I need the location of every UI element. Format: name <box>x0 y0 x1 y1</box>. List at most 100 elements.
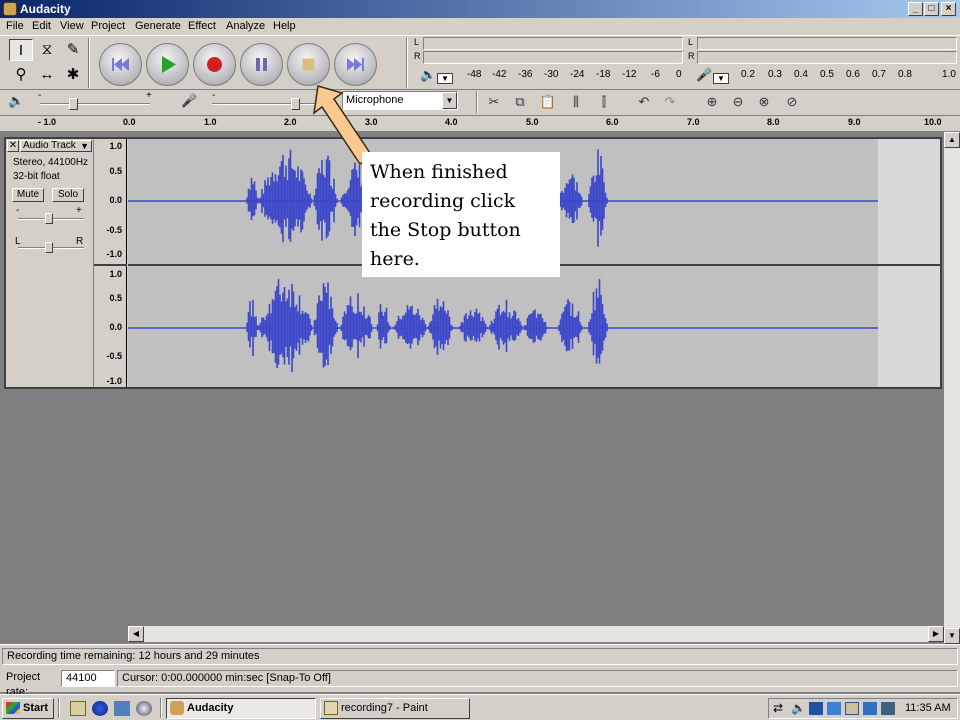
playback-meter-menu-button[interactable]: ▼ <box>437 73 453 84</box>
play-button[interactable] <box>146 43 189 86</box>
task-paint[interactable]: recording7 - Paint <box>320 698 470 719</box>
maximize-button[interactable]: □ <box>924 2 939 16</box>
silence-icon[interactable]: ⫿ <box>594 93 614 111</box>
menu-help[interactable]: Help <box>273 20 296 32</box>
play-scale-tick: -42 <box>492 69 507 80</box>
vertical-scrollbar[interactable]: ▲ ▼ <box>944 132 960 644</box>
play-scale-tick: -18 <box>596 69 611 80</box>
paste-icon[interactable]: 📋 <box>538 93 558 111</box>
multi-tool-icon[interactable]: ✱ <box>61 64 85 86</box>
network-icon[interactable]: ⇄ <box>773 701 783 715</box>
menu-file[interactable]: File <box>6 20 24 32</box>
track-close-button[interactable]: ✕ <box>7 140 19 152</box>
rec-scale-tick: 1.0 <box>942 69 956 80</box>
play-icon <box>162 56 176 73</box>
skip-to-start-icon <box>112 58 129 71</box>
record-meter-left <box>697 37 957 50</box>
scroll-up-icon[interactable]: ▲ <box>944 132 960 148</box>
status-bar: Recording time remaining: 12 hours and 2… <box>0 644 960 698</box>
pause-button[interactable] <box>240 43 283 86</box>
display-icon[interactable] <box>827 702 841 715</box>
chevron-down-icon[interactable]: ▼ <box>442 92 457 109</box>
audacity-app-icon <box>3 2 17 16</box>
input-volume-track[interactable] <box>212 103 322 105</box>
menu-effect[interactable]: Effect <box>188 20 216 32</box>
ruler-label: 10.0 <box>924 117 942 127</box>
ruler-label: 9.0 <box>848 117 861 127</box>
update-icon[interactable] <box>881 702 895 715</box>
track-control-panel: ✕ Audio Track ▼ Stereo, 44100Hz 32-bit fl… <box>6 139 94 387</box>
cut-icon[interactable]: ✂ <box>484 93 504 111</box>
gain-slider[interactable] <box>45 213 53 224</box>
solo-button[interactable]: Solo <box>52 188 84 202</box>
rec-scale-tick: 0.8 <box>898 69 912 80</box>
menu-view[interactable]: View <box>60 20 84 32</box>
title-bar: Audacity _ □ × <box>0 0 960 18</box>
menu-edit[interactable]: Edit <box>32 20 51 32</box>
track-name-menu[interactable]: Audio Track ▼ <box>20 140 92 152</box>
draw-tool-icon[interactable]: ✎ <box>61 39 85 61</box>
scroll-down-icon[interactable]: ▼ <box>944 628 960 644</box>
media-player-icon[interactable] <box>136 701 152 716</box>
redo-icon[interactable]: ↷ <box>660 93 680 111</box>
record-button[interactable] <box>193 43 236 86</box>
menu-generate[interactable]: Generate <box>135 20 181 32</box>
mute-button[interactable]: Mute <box>12 188 44 202</box>
time-shift-tool-icon[interactable]: ↔ <box>35 64 59 86</box>
rec-scale-tick: 0.2 <box>741 69 755 80</box>
skip-to-start-button[interactable] <box>99 43 142 86</box>
horizontal-scrollbar[interactable]: ◀ ▶ <box>128 626 944 642</box>
taskbar: Start Audacity recording7 - Paint ⇄ 🔈 11… <box>0 694 960 720</box>
timeline-ruler[interactable]: - 1.0 0.0 1.0 2.0 3.0 4.0 5.0 6.0 7.0 8.… <box>0 115 960 132</box>
antivirus-icon[interactable] <box>809 702 823 715</box>
fit-selection-icon[interactable]: ⊗ <box>754 93 774 111</box>
pan-slider[interactable] <box>45 242 53 253</box>
play-meter-left-label: L <box>414 37 420 47</box>
fit-project-icon[interactable]: ⊘ <box>782 93 802 111</box>
project-rate-field[interactable]: 44100 <box>61 670 115 687</box>
messenger-icon[interactable] <box>863 702 877 715</box>
internet-explorer-icon[interactable] <box>92 701 108 716</box>
close-button[interactable]: × <box>941 2 956 16</box>
envelope-tool-icon[interactable]: ⧖ <box>35 39 59 61</box>
zoom-out-icon[interactable]: ⊖ <box>728 93 748 111</box>
menu-analyze[interactable]: Analyze <box>226 20 265 32</box>
ruler-label: 7.0 <box>687 117 700 127</box>
trim-icon[interactable]: ⫼ <box>566 93 586 111</box>
amp-label: 0.0 <box>109 195 122 205</box>
undo-icon[interactable]: ↶ <box>634 93 654 111</box>
amp-label: -1.0 <box>106 249 122 259</box>
menu-project[interactable]: Project <box>91 20 125 32</box>
record-meter-menu-button[interactable]: ▼ <box>713 73 729 84</box>
output-volume-slider[interactable] <box>69 98 78 110</box>
task-audacity[interactable]: Audacity <box>166 698 316 719</box>
track-bit-depth: 32-bit float <box>13 171 60 182</box>
audacity-app-icon <box>170 701 184 715</box>
ruler-label: 5.0 <box>526 117 539 127</box>
minimize-button[interactable]: _ <box>908 2 923 16</box>
outlook-icon[interactable] <box>114 701 130 716</box>
output-volume-track[interactable] <box>40 103 150 105</box>
amp-label: -1.0 <box>106 376 122 386</box>
status-message: Recording time remaining: 12 hours and 2… <box>2 648 958 665</box>
volume-icon[interactable]: 🔈 <box>791 701 806 715</box>
channel-divider <box>94 264 127 266</box>
start-button[interactable]: Start <box>2 698 54 719</box>
zoom-in-icon[interactable]: ⊕ <box>702 93 722 111</box>
selection-tool-icon[interactable]: I <box>9 39 33 61</box>
ruler-label: 0.0 <box>123 117 136 127</box>
amplitude-ruler: 1.0 0.5 0.0 -0.5 -1.0 1.0 0.5 0.0 -0.5 -… <box>94 139 127 387</box>
amp-label: -0.5 <box>106 351 122 361</box>
play-scale-tick: -6 <box>651 69 660 80</box>
scroll-left-icon[interactable]: ◀ <box>128 626 144 642</box>
scroll-right-icon[interactable]: ▶ <box>928 626 944 642</box>
shield-icon[interactable] <box>845 702 859 715</box>
desktop-icon[interactable] <box>70 701 86 716</box>
input-volume-slider[interactable] <box>290 98 300 110</box>
copy-icon[interactable]: ⧉ <box>510 93 530 111</box>
ruler-label: 1.0 <box>204 117 217 127</box>
start-label: Start <box>23 702 49 714</box>
zoom-tool-icon[interactable]: ⚲ <box>9 64 33 86</box>
taskbar-separator <box>160 698 162 718</box>
gain-plus-label: + <box>76 205 82 216</box>
